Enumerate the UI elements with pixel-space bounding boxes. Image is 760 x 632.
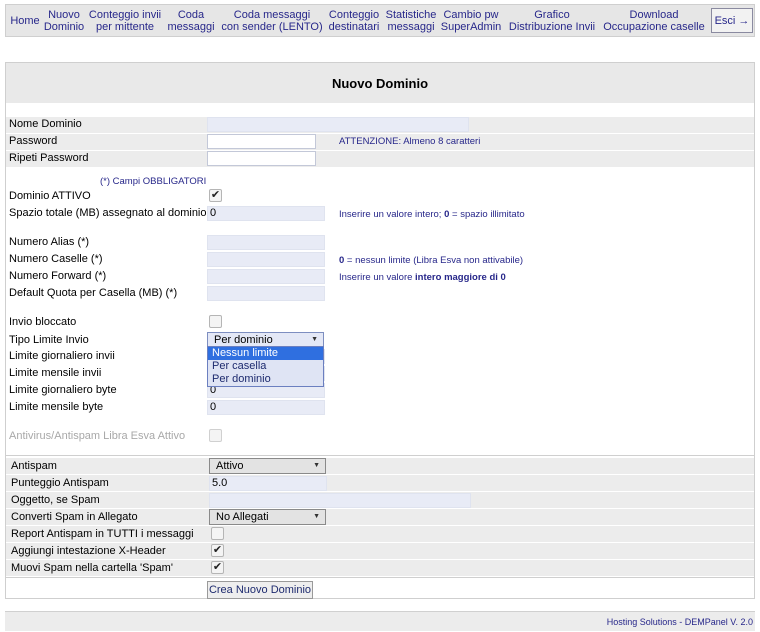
dominio-attivo-label: Dominio ATTIVO: [9, 190, 91, 202]
limite-giornaliero-byte-label: Limite giornaliero byte: [9, 384, 117, 396]
footer: Hosting Solutions - DEMPanel V. 2.0: [5, 611, 755, 631]
invio-bloccato-label: Invio bloccato: [9, 316, 77, 328]
xheader-checkbox[interactable]: ✔: [211, 544, 224, 557]
checkmark-icon: ✔: [210, 189, 221, 201]
dropdown-option-nessun-limite[interactable]: Nessun limite: [208, 347, 323, 360]
antivirus-label: Antivirus/Antispam Libra Esva Attivo: [9, 430, 186, 442]
chevron-down-icon: ▼: [313, 513, 320, 520]
antispam-select[interactable]: Attivo ▼: [209, 458, 326, 474]
row-band: [6, 458, 754, 474]
report-antispam-label: Report Antispam in TUTTI i messaggi: [11, 528, 194, 540]
spazio-totale-label: Spazio totale (MB) assegnato al dominio …: [9, 207, 222, 219]
ripeti-password-input[interactable]: [207, 151, 316, 166]
row-band: [6, 151, 754, 167]
default-quota-label: Default Quota per Casella (MB) (*): [9, 287, 178, 299]
nav-conteggio-destinatari[interactable]: Conteggio destinatari: [327, 5, 381, 36]
limite-giornaliero-invii-label: Limite giornaliero invii: [9, 350, 115, 362]
antispam-label: Antispam: [11, 460, 57, 472]
tipo-limite-invio-label: Tipo Limite Invio: [9, 334, 89, 346]
numero-forward-note: Inserire un valore intero maggiore di 0: [339, 272, 506, 283]
dominio-attivo-checkbox[interactable]: ✔: [209, 189, 222, 202]
report-antispam-checkbox[interactable]: [211, 527, 224, 540]
nav-coda-messaggi[interactable]: Coda messaggi: [165, 5, 217, 36]
muovi-spam-checkbox[interactable]: ✔: [211, 561, 224, 574]
nav-coda-messaggi-sender[interactable]: Coda messaggi con sender (LENTO): [219, 5, 325, 36]
limite-mensile-byte-label: Limite mensile byte: [9, 401, 104, 413]
default-quota-input[interactable]: [207, 286, 325, 301]
limite-mensile-byte-input[interactable]: 0: [207, 400, 325, 415]
ripeti-password-label: Ripeti Password: [9, 152, 89, 164]
nav-cambio-pw[interactable]: Cambio pw SuperAdmin: [441, 5, 502, 36]
nav-statistiche-messaggi[interactable]: Statistiche messaggi: [383, 5, 439, 36]
dropdown-option-per-casella[interactable]: Per casella: [208, 360, 323, 373]
punteggio-antispam-label: Punteggio Antispam: [11, 477, 109, 489]
required-fields-note: (*) Campi OBBLIGATORI: [100, 176, 207, 187]
chevron-down-icon: ▼: [311, 336, 318, 343]
xheader-label: Aggiungi intestazione X-Header: [11, 545, 166, 557]
top-navigation: Home Nuovo Dominio Conteggio invii per m…: [5, 4, 755, 37]
logout-button[interactable]: Esci →: [711, 8, 753, 33]
password-warning: ATTENZIONE: Almeno 8 caratteri: [339, 136, 481, 147]
tipo-limite-invio-dropdown: Nessun limite Per casella Per dominio: [207, 346, 324, 387]
converti-spam-label: Converti Spam in Allegato: [11, 511, 138, 523]
dropdown-option-per-dominio[interactable]: Per dominio: [208, 373, 323, 386]
crea-dominio-button[interactable]: Crea Nuovo Dominio: [207, 581, 313, 599]
page-title: Nuovo Dominio: [6, 63, 754, 103]
spazio-totale-note: Inserire un valore intero; 0 = spazio il…: [339, 209, 525, 220]
numero-forward-input[interactable]: [207, 269, 325, 284]
checkmark-icon: ✔: [212, 561, 223, 573]
nav-conteggio-invii[interactable]: Conteggio invii per mittente: [88, 5, 162, 36]
numero-alias-label: Numero Alias (*): [9, 236, 90, 248]
converti-spam-select[interactable]: No Allegati ▼: [209, 509, 326, 525]
nome-dominio-input[interactable]: [207, 117, 469, 132]
new-domain-form: Nuovo Dominio Nome Dominio Password ATTE…: [5, 62, 755, 599]
row-band: [6, 475, 754, 491]
nav-nuovo-dominio[interactable]: Nuovo Dominio: [43, 5, 85, 36]
nav-download-occupazione[interactable]: Download Occupazione caselle: [603, 5, 705, 36]
antivirus-checkbox[interactable]: [209, 429, 222, 442]
numero-caselle-note: 0 = nessun limite (Libra Esva non attiva…: [339, 255, 524, 266]
invio-bloccato-checkbox[interactable]: [209, 315, 222, 328]
nav-home[interactable]: Home: [8, 5, 42, 36]
numero-caselle-input[interactable]: [207, 252, 325, 267]
numero-caselle-label: Numero Caselle (*): [9, 253, 103, 265]
numero-forward-label: Numero Forward (*): [9, 270, 107, 282]
numero-alias-input[interactable]: [207, 235, 325, 250]
password-label: Password: [9, 135, 58, 147]
punteggio-antispam-input[interactable]: 5.0: [209, 476, 327, 491]
checkmark-icon: ✔: [212, 544, 223, 556]
antispam-section: Antispam Attivo ▼ Punteggio Antispam 5.0…: [6, 455, 754, 578]
nav-grafico-distribuzione[interactable]: Grafico Distribuzione Invii: [503, 5, 601, 36]
spazio-totale-input[interactable]: 0: [207, 206, 325, 221]
oggetto-spam-label: Oggetto, se Spam: [11, 494, 100, 506]
footer-text: Hosting Solutions - DEMPanel V. 2.0: [606, 617, 753, 627]
limite-mensile-invii-label: Limite mensile invii: [9, 367, 102, 379]
oggetto-spam-input[interactable]: [209, 493, 471, 508]
chevron-down-icon: ▼: [313, 462, 320, 469]
password-input[interactable]: [207, 134, 316, 149]
nome-dominio-label: Nome Dominio: [9, 118, 82, 130]
muovi-spam-label: Muovi Spam nella cartella 'Spam': [11, 562, 173, 574]
